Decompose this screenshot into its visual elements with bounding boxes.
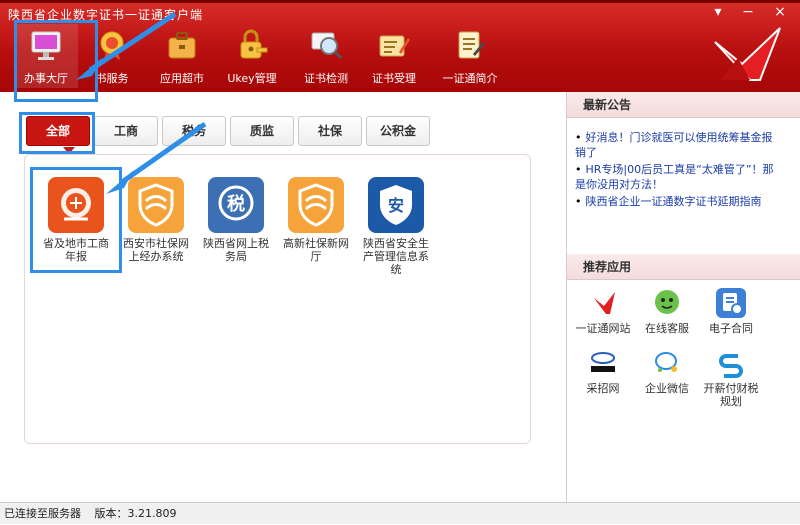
top-strip [0, 0, 800, 3]
emblem-icon [48, 177, 104, 233]
app-label-xian-social: 西安市社保网上经办系统 [123, 237, 189, 263]
briefcase-icon [165, 28, 199, 62]
rec-label: 开薪付财税规划 [703, 382, 759, 408]
tab-quality[interactable]: 质监 [230, 116, 294, 146]
connection-status: 已连接至服务器 [4, 507, 81, 520]
nav-label-intro: 一证通简介 [442, 72, 498, 85]
app-label-gaoxin-social: 高新社保新网厅 [283, 237, 349, 263]
news-link[interactable]: 陕西省企业一证通数字证书延期指南 [586, 195, 762, 208]
tab-social-security[interactable]: 社保 [298, 116, 362, 146]
chat-bubble-face-icon [652, 288, 682, 318]
app-label-tax-bureau: 陕西省网上税务局 [203, 237, 269, 263]
news-link[interactable]: HR专场|00后员工真是“太难管了”！那是你没用对方法！ [575, 163, 774, 191]
monitor-icon [29, 28, 63, 62]
rec-item-e-contract[interactable]: 电子合同 [699, 288, 763, 335]
procurement-logo-icon [588, 348, 618, 378]
close-button[interactable]: × [770, 4, 790, 20]
nav-label-ukey: Ukey管理 [227, 72, 277, 85]
recommend-heading: 推荐应用 [567, 254, 800, 280]
key-lock-icon [235, 28, 269, 62]
rec-label: 采招网 [586, 382, 620, 395]
rec-item-online-service[interactable]: 在线客服 [635, 288, 699, 335]
nav-item-cert-accept[interactable]: 证书受理 [362, 24, 426, 88]
tab-tax[interactable]: 税务 [162, 116, 226, 146]
certificate-seal-icon [95, 28, 129, 62]
app-item-tax-bureau[interactable]: 税 陕西省网上税务局 [201, 177, 271, 263]
finance-logo-icon [716, 348, 746, 378]
safety-shield-icon: 安 [368, 177, 424, 233]
minimize-button[interactable]: − [738, 4, 758, 20]
rec-label: 企业微信 [645, 382, 689, 395]
news-item[interactable]: • HR专场|00后员工真是“太难管了”！那是你没用对方法！ [575, 162, 783, 192]
top-toolbar: 陕西省企业数字证书一证通客户端 ▾ − × 办事大厅 书服务 应用超市 Ukey… [0, 0, 800, 92]
app-item-gaoxin-social[interactable]: 高新社保新网厅 [281, 177, 351, 263]
active-tab-pointer [63, 147, 75, 154]
nav-item-cert-service[interactable]: 书服务 [80, 24, 144, 88]
news-item[interactable]: • 陕西省企业一证通数字证书延期指南 [575, 194, 783, 209]
wecom-icon [652, 348, 682, 378]
nav-label-cert-accept: 证书受理 [372, 72, 416, 85]
contract-icon [716, 288, 746, 318]
tab-all[interactable]: 全部 [26, 116, 90, 146]
nav-label-cert-check: 证书检测 [304, 72, 348, 85]
app-item-annual-report[interactable]: 省及地市工商年报 [41, 177, 111, 263]
app-window: 陕西省企业数字证书一证通客户端 ▾ − × 办事大厅 书服务 应用超市 Ukey… [0, 0, 800, 524]
shield-wave-icon [128, 177, 184, 233]
nav-item-app-market[interactable]: 应用超市 [150, 24, 214, 88]
nav-label-app-market: 应用超市 [160, 72, 204, 85]
svg-text:安: 安 [388, 196, 404, 215]
right-sidebar: 最新公告 • 好消息！门诊就医可以使用统筹基金报销了 • HR专场|00后员工真是“… [566, 92, 800, 502]
app-label-annual-report: 省及地市工商年报 [43, 237, 109, 263]
news-heading: 最新公告 [567, 92, 800, 118]
svg-text:税: 税 [227, 193, 245, 215]
tab-commerce[interactable]: 工商 [94, 116, 158, 146]
main-content: 全部 工商 税务 质监 社保 公积金 省及地市工商年报 西安市社保网上经办系统 [0, 92, 566, 502]
edit-card-icon [377, 28, 411, 62]
red-flag-logo-icon [588, 288, 618, 318]
rec-label: 电子合同 [709, 322, 753, 335]
rec-item-wecom[interactable]: 企业微信 [635, 348, 699, 395]
app-grid: 省及地市工商年报 西安市社保网上经办系统 税 陕西省网上税务局 高新社保新网厅 [24, 154, 531, 444]
news-link[interactable]: 好消息！门诊就医可以使用统筹基金报销了 [575, 131, 773, 159]
nav-item-ukey[interactable]: Ukey管理 [220, 24, 284, 88]
app-label-safety: 陕西省安全生产管理信息系统 [363, 237, 429, 276]
shield-wave-icon [288, 177, 344, 233]
nav-item-intro[interactable]: 一证通简介 [432, 24, 508, 88]
status-bar: 已连接至服务器 版本：3.21.809 [0, 502, 800, 524]
nav-label-cert-service: 书服务 [95, 72, 129, 85]
rec-item-yizhengtong[interactable]: 一证通网站 [571, 288, 635, 335]
magnifier-icon [309, 28, 343, 62]
app-item-xian-social[interactable]: 西安市社保网上经办系统 [121, 177, 191, 263]
version-label: 版本：3.21.809 [94, 507, 177, 520]
nav-item-cert-check[interactable]: 证书检测 [294, 24, 358, 88]
tax-icon: 税 [208, 177, 264, 233]
news-item[interactable]: • 好消息！门诊就医可以使用统筹基金报销了 [575, 130, 783, 160]
menu-icon[interactable]: ▾ [708, 4, 728, 20]
app-item-safety[interactable]: 安 陕西省安全生产管理信息系统 [361, 177, 431, 276]
rec-item-finance[interactable]: 开薪付财税规划 [699, 348, 763, 408]
nav-label-hall: 办事大厅 [24, 72, 68, 85]
rec-label: 在线客服 [645, 322, 689, 335]
rec-label: 一证通网站 [575, 322, 631, 335]
notepad-icon [453, 28, 487, 62]
nav-item-hall[interactable]: 办事大厅 [14, 24, 78, 88]
brand-logo [680, 20, 800, 92]
tab-housing-fund[interactable]: 公积金 [366, 116, 430, 146]
rec-item-procurement[interactable]: 采招网 [571, 348, 635, 395]
window-title: 陕西省企业数字证书一证通客户端 [8, 8, 204, 22]
